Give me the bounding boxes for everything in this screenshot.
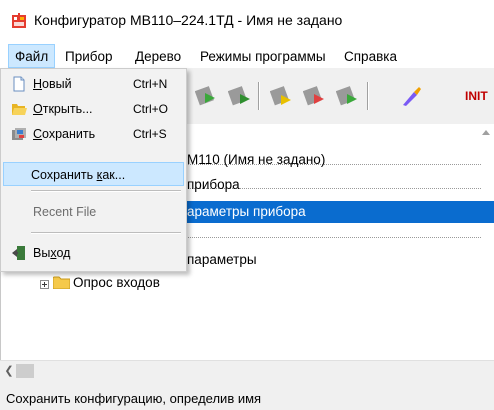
device-write-icon[interactable] — [228, 84, 252, 108]
scroll-up-arrow-icon[interactable] — [482, 130, 490, 135]
menu-item-label: Открыть... — [33, 102, 93, 116]
menu-item-label: Сохранить — [33, 127, 96, 141]
device-update-icon[interactable] — [336, 84, 360, 108]
brush-icon[interactable] — [400, 84, 424, 108]
menu-bar: Файл Прибор Дерево Режимы программы Спра… — [0, 44, 494, 68]
menu-item-label: Выход — [33, 246, 71, 260]
device-check-icon[interactable] — [303, 84, 327, 108]
save-icon — [12, 128, 26, 140]
app-icon — [12, 13, 26, 28]
horizontal-scrollbar[interactable]: ❮ — [0, 360, 494, 381]
menu-item-label: Сохранить как... — [31, 168, 126, 182]
menu-item-open[interactable]: Открыть... Ctrl+O — [3, 97, 184, 121]
window-title: Конфигуратор МВ110–224.1ТД - Имя не зада… — [34, 12, 343, 28]
device-read-icon[interactable] — [195, 84, 219, 108]
shortcut-label: Ctrl+S — [133, 127, 167, 141]
status-bar: Сохранить конфигурацию, определив имя — [0, 380, 494, 410]
menu-separator — [31, 190, 181, 192]
toolbar-separator — [258, 82, 260, 110]
shortcut-label: Ctrl+O — [133, 102, 169, 116]
menu-item-label: Новый — [33, 77, 72, 91]
tree-node-inputs[interactable]: Опрос входов — [73, 272, 160, 294]
menu-item-exit[interactable]: Выход — [3, 241, 184, 265]
exit-door-icon — [12, 246, 25, 260]
menu-help[interactable]: Справка — [339, 47, 402, 67]
tree-node-net-params[interactable]: параметры — [187, 249, 257, 271]
menu-file[interactable]: Файл — [8, 44, 56, 68]
scrollbar-thumb[interactable] — [16, 364, 34, 378]
status-text: Сохранить конфигурацию, определив имя — [6, 391, 262, 406]
scroll-left-icon[interactable]: ❮ — [2, 364, 16, 378]
menu-program-modes[interactable]: Режимы программы — [195, 47, 331, 67]
title-bar: Конфигуратор МВ110–224.1ТД - Имя не зада… — [0, 0, 494, 44]
menu-item-label: Recent File — [33, 205, 97, 219]
menu-item-new[interactable]: Новый Ctrl+N — [3, 72, 184, 96]
folder-icon — [53, 276, 70, 289]
toolbar-separator — [367, 82, 369, 110]
open-folder-icon — [12, 104, 27, 115]
menu-device[interactable]: Прибор — [60, 47, 118, 67]
init-button[interactable]: INIT — [465, 89, 488, 103]
expand-icon[interactable] — [40, 280, 49, 289]
menu-tree[interactable]: Дерево — [130, 47, 186, 67]
tree-node-root[interactable]: М110 (Имя не задано) — [187, 149, 325, 171]
new-document-icon — [13, 76, 25, 92]
menu-item-save[interactable]: Сохранить Ctrl+S — [3, 122, 184, 146]
tree-node-device[interactable]: прибора — [187, 174, 240, 196]
tree-node-label: араметры прибора — [187, 204, 306, 219]
menu-item-save-as[interactable]: Сохранить как... — [3, 162, 184, 186]
menu-separator — [31, 232, 181, 234]
device-config-icon[interactable] — [270, 84, 294, 108]
menu-item-recent-file: Recent File — [3, 200, 184, 224]
shortcut-label: Ctrl+N — [133, 77, 168, 91]
tree-node-device-params[interactable]: араметры прибора — [187, 201, 494, 223]
file-menu-dropdown: Новый Ctrl+N Открыть... Ctrl+O Сохранить… — [0, 68, 187, 272]
